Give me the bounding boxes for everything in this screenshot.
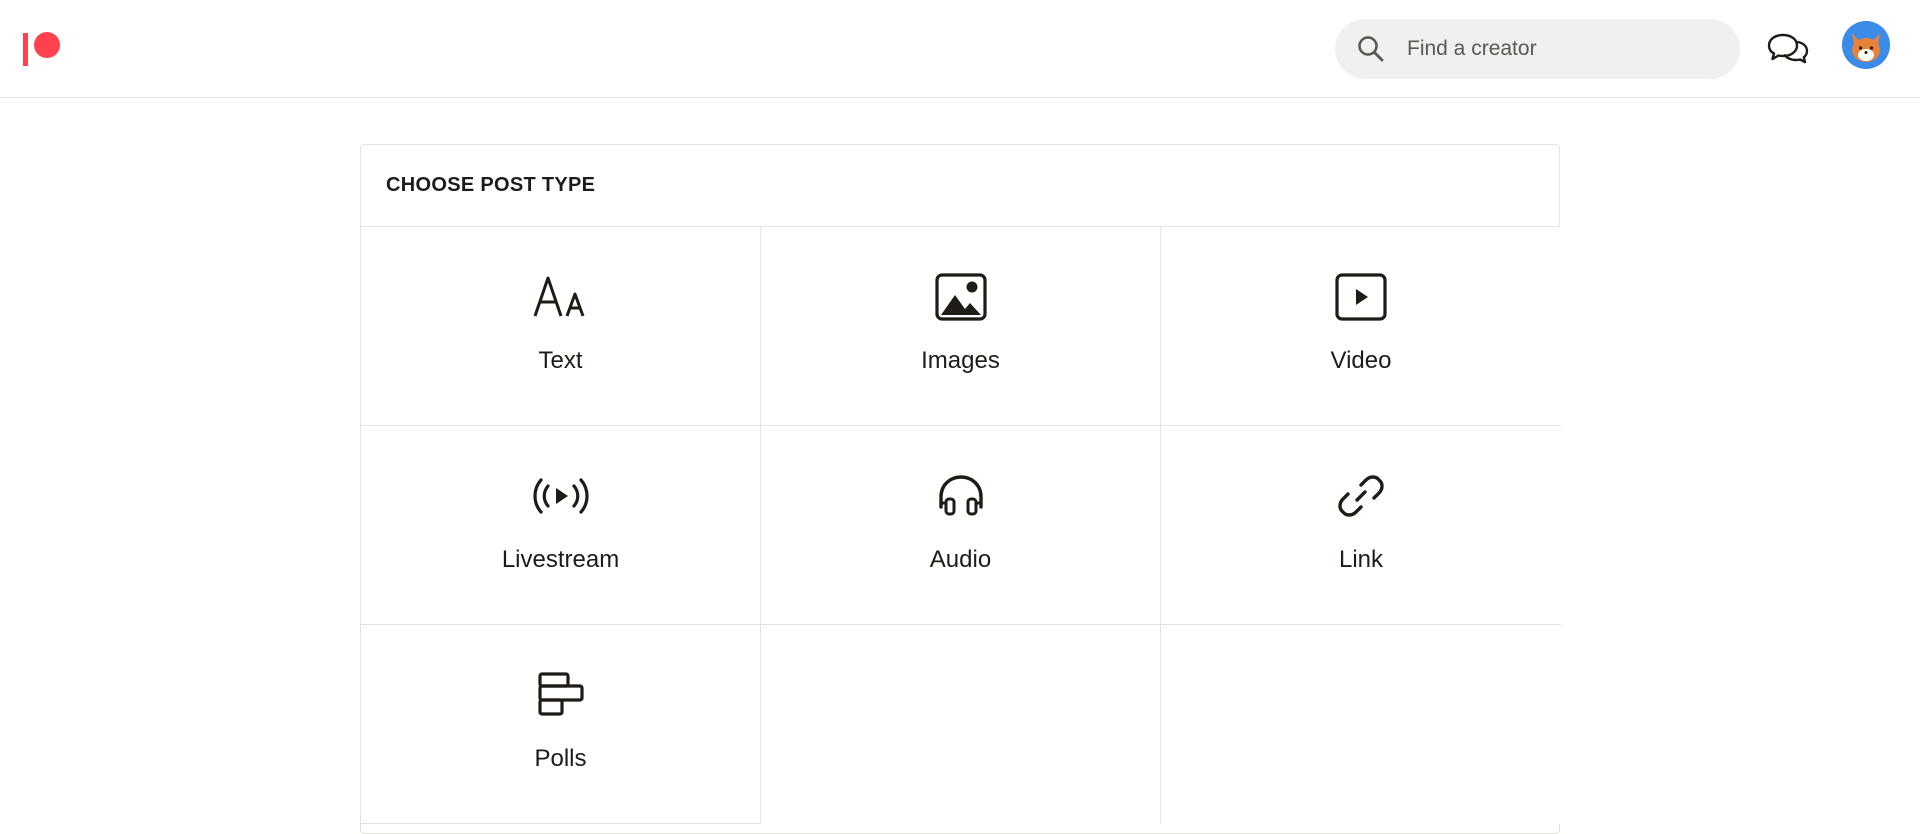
patreon-logo[interactable] bbox=[22, 30, 62, 70]
post-type-polls[interactable]: Polls bbox=[361, 625, 761, 824]
post-type-grid: Text Images Video Livestream Audio Link … bbox=[361, 227, 1561, 824]
panel-header: CHOOSE POST TYPE bbox=[361, 145, 1559, 227]
post-type-images[interactable]: Images bbox=[761, 227, 1161, 426]
post-type-label: Images bbox=[921, 347, 1000, 374]
search-icon bbox=[1358, 36, 1384, 62]
patreon-logo-icon bbox=[23, 32, 60, 66]
post-type-label: Polls bbox=[534, 745, 587, 772]
fox-avatar-icon bbox=[1842, 21, 1890, 69]
image-icon bbox=[931, 267, 991, 327]
post-type-label: Video bbox=[1330, 347, 1392, 374]
post-type-label: Link bbox=[1338, 546, 1384, 573]
post-type-label: Livestream bbox=[501, 546, 620, 573]
video-icon bbox=[1331, 267, 1391, 327]
link-icon bbox=[1331, 466, 1391, 526]
post-type-video[interactable]: Video bbox=[1161, 227, 1561, 426]
search-bar[interactable] bbox=[1335, 19, 1740, 79]
post-type-audio[interactable]: Audio bbox=[761, 426, 1161, 625]
empty-cell bbox=[1161, 625, 1561, 824]
post-type-label: Audio bbox=[929, 546, 992, 573]
text-icon bbox=[531, 267, 591, 327]
empty-cell bbox=[761, 625, 1161, 824]
panel-title: CHOOSE POST TYPE bbox=[386, 174, 596, 196]
post-type-link[interactable]: Link bbox=[1161, 426, 1561, 625]
post-type-label: Text bbox=[538, 347, 583, 374]
user-avatar[interactable] bbox=[1842, 21, 1890, 69]
post-type-livestream[interactable]: Livestream bbox=[361, 426, 761, 625]
messages-button[interactable] bbox=[1766, 30, 1810, 66]
post-type-text[interactable]: Text bbox=[361, 227, 761, 426]
top-bar bbox=[0, 0, 1920, 98]
headphones-icon bbox=[931, 466, 991, 526]
choose-post-type-panel: CHOOSE POST TYPE Text Images Video Lives… bbox=[360, 144, 1561, 834]
poll-icon bbox=[531, 665, 591, 725]
search-input[interactable] bbox=[1407, 37, 1707, 61]
chat-bubbles-icon bbox=[1767, 33, 1809, 64]
livestream-icon bbox=[531, 466, 591, 526]
